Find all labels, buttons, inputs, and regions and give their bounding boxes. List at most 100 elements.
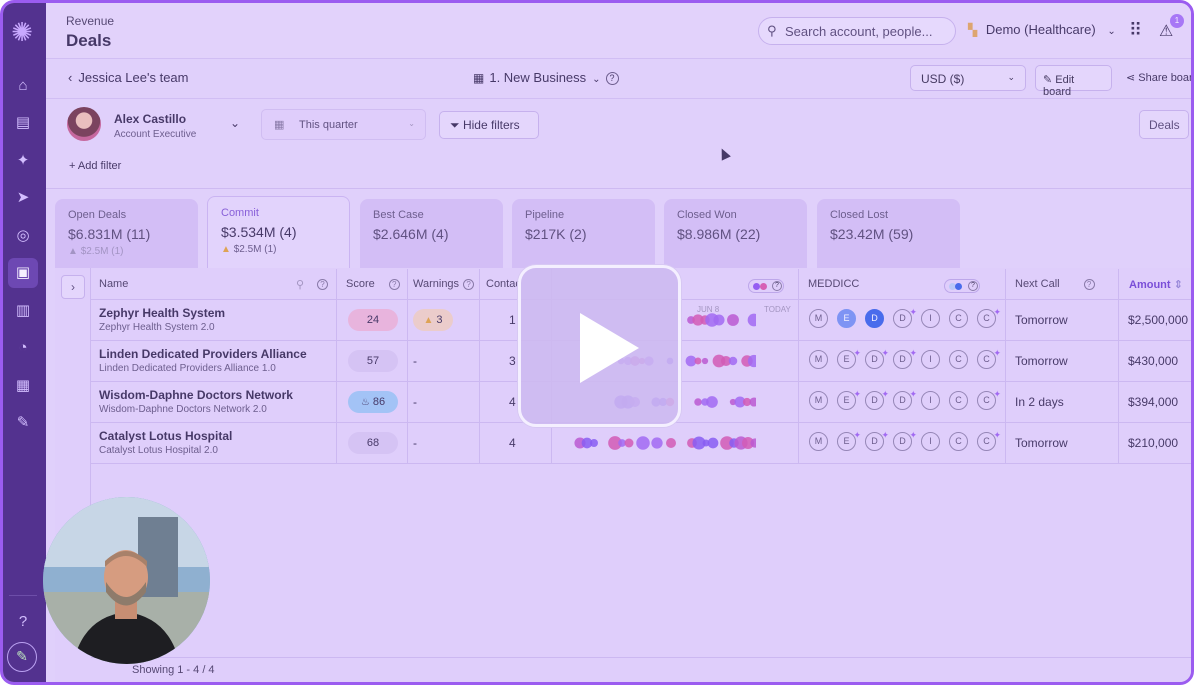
help-icon[interactable]: ? <box>463 279 475 290</box>
currency-value: USD ($) <box>921 72 965 86</box>
meddicc-d-indicator[interactable]: D ✦ <box>893 389 917 410</box>
chevron-down-icon[interactable]: ⌄ <box>230 116 240 130</box>
meddicc-c-indicator[interactable]: C <box>949 350 968 369</box>
home-icon[interactable]: ⌂ <box>8 71 38 101</box>
meddicc-e-indicator[interactable]: E <box>837 309 856 328</box>
meddicc-d-indicator[interactable]: D ✦ <box>893 430 917 451</box>
account-name[interactable]: Linden Dedicated Providers Alliance <box>99 347 307 361</box>
meddicc-d-indicator[interactable]: D ✦ <box>893 307 917 328</box>
avatar[interactable] <box>67 107 101 141</box>
meddicc-c-indicator[interactable]: C ✦ <box>977 307 1001 328</box>
activity-timeline[interactable] <box>561 431 756 455</box>
apps-grid-icon[interactable]: ⠿ <box>1129 20 1142 41</box>
col-next-call[interactable]: Next Call? <box>1015 278 1095 290</box>
play-button[interactable] <box>518 265 681 427</box>
help-icon[interactable]: ? <box>388 279 400 290</box>
activity-bubble <box>651 437 663 449</box>
meddicc-i-indicator[interactable]: I <box>921 432 940 451</box>
meddicc-m-indicator[interactable]: M <box>809 432 828 451</box>
account-name[interactable]: Catalyst Lotus Hospital <box>99 429 232 443</box>
tab-open-deals[interactable]: Open Deals $6.831M (11) ▲ $2.5M (1) <box>55 199 198 269</box>
share-board-button[interactable]: ⋖ Share board <box>1126 71 1191 84</box>
col-amount[interactable]: Amount ⇕ <box>1129 278 1183 291</box>
col-meddicc[interactable]: MEDDICC <box>808 278 859 290</box>
board-selector[interactable]: ▦ 1. New Business ⌄? <box>473 70 619 85</box>
meddicc-e-indicator[interactable]: E ✦ <box>837 430 861 451</box>
help-icon[interactable]: ? <box>313 278 328 290</box>
col-score[interactable]: Score? <box>346 278 400 290</box>
view-deals-button[interactable]: Deals <box>1139 110 1189 139</box>
expand-panel-button[interactable]: › <box>61 275 85 299</box>
meddicc-e-indicator[interactable]: E ✦ <box>837 389 861 410</box>
meddicc-i-indicator[interactable]: I <box>921 391 940 410</box>
meddicc-i-indicator[interactable]: I <box>921 309 940 328</box>
score-badge[interactable]: 24 <box>348 309 398 331</box>
presenter-image <box>43 497 210 664</box>
meddicc-c-indicator[interactable]: C <box>949 309 968 328</box>
meddicc-c-indicator[interactable]: C ✦ <box>977 389 1001 410</box>
account-name[interactable]: Zephyr Health System <box>99 306 225 320</box>
add-filter-button[interactable]: + Add filter <box>69 160 121 172</box>
search-input[interactable] <box>785 22 950 41</box>
search-box[interactable]: ⚲ <box>758 17 956 45</box>
meddicc-m-indicator[interactable]: M <box>809 350 828 369</box>
col-name[interactable]: Name <box>99 278 128 290</box>
warnings-empty: - <box>413 436 417 450</box>
briefcase-icon[interactable]: ▣ <box>8 258 38 288</box>
meddicc-c-indicator[interactable]: C <box>949 391 968 410</box>
activity-bubble <box>706 396 718 408</box>
tab-pipeline[interactable]: Pipeline $217K (2) <box>512 199 655 269</box>
chart-icon[interactable]: ▥ <box>8 296 38 326</box>
timeline-legend[interactable]: ? <box>748 279 784 293</box>
presenter-video[interactable] <box>43 497 210 664</box>
meddicc-c-indicator[interactable]: C <box>949 432 968 451</box>
logo-icon[interactable]: ✺ <box>7 17 37 47</box>
meddicc-m-indicator[interactable]: M <box>809 391 828 410</box>
meddicc-c-indicator[interactable]: C ✦ <box>977 348 1001 369</box>
owner-name[interactable]: Alex Castillo <box>114 112 186 126</box>
account-name[interactable]: Wisdom-Daphne Doctors Network <box>99 388 293 402</box>
meddicc-m-indicator[interactable]: M <box>809 309 828 328</box>
period-select[interactable]: ▦ This quarter ⌄ <box>261 109 426 140</box>
search-icon[interactable]: ⚲ <box>296 278 304 291</box>
hide-filters-button[interactable]: ⏷ Hide filters <box>439 111 539 139</box>
meddicc-d-indicator[interactable]: D ✦ <box>865 430 889 451</box>
gauge-icon[interactable]: ◔ <box>8 333 38 363</box>
meddicc-d-indicator[interactable]: D ✦ <box>865 389 889 410</box>
meddicc-c-indicator[interactable]: C ✦ <box>977 430 1001 451</box>
score-badge[interactable]: 68 <box>348 432 398 454</box>
activity-bubble <box>713 314 725 326</box>
contacts-count: 4 <box>509 436 516 450</box>
calendar-icon[interactable]: ▦ <box>8 371 38 401</box>
edit-board-button[interactable]: ✎ Edit board <box>1035 65 1112 98</box>
pencil-icon[interactable]: ✎ <box>7 642 37 672</box>
meddicc-d-indicator[interactable]: D <box>865 309 884 328</box>
chat-icon[interactable]: ◎ <box>8 221 38 251</box>
tab-commit[interactable]: Commit $3.534M (4) ▲ $2.5M (1) <box>207 196 350 269</box>
sparkle-icon[interactable]: ✦ <box>8 146 38 176</box>
send-icon[interactable]: ➤ <box>8 183 38 213</box>
score-badge[interactable]: ♨ 86 <box>348 391 398 413</box>
score-badge[interactable]: 57 <box>348 350 398 372</box>
back-link[interactable]: ‹ Jessica Lee's team <box>68 70 189 85</box>
col-contacts[interactable]: Contac <box>486 278 521 290</box>
help-icon[interactable]: ? <box>605 72 619 85</box>
table-row[interactable]: Catalyst Lotus Hospital Catalyst Lotus Ho… <box>91 423 1191 464</box>
meddicc-legend[interactable]: ? <box>944 279 980 293</box>
help-icon[interactable]: ? <box>1083 279 1095 290</box>
tab-closed-lost[interactable]: Closed Lost $23.42M (59) <box>817 199 960 269</box>
clipboard-icon[interactable]: ▤ <box>8 108 38 138</box>
tab-best-case[interactable]: Best Case $2.646M (4) <box>360 199 503 269</box>
tab-sub-value: $2.5M (1) <box>233 244 277 255</box>
org-switcher[interactable]: ▚ Demo (Healthcare) ⌄ <box>968 22 1116 37</box>
tab-closed-won[interactable]: Closed Won $8.986M (22) <box>664 199 807 269</box>
wrench-icon[interactable]: ✎ <box>8 408 38 438</box>
meddicc-e-indicator[interactable]: E ✦ <box>837 348 861 369</box>
meddicc-d-indicator[interactable]: D ✦ <box>865 348 889 369</box>
help-icon[interactable]: ? <box>8 607 38 637</box>
warnings-badge[interactable]: ▲ 3 <box>413 309 453 331</box>
col-warnings[interactable]: Warnings? <box>413 278 475 290</box>
meddicc-i-indicator[interactable]: I <box>921 350 940 369</box>
meddicc-d-indicator[interactable]: D ✦ <box>893 348 917 369</box>
currency-select[interactable]: USD ($) ⌄ <box>910 65 1026 91</box>
